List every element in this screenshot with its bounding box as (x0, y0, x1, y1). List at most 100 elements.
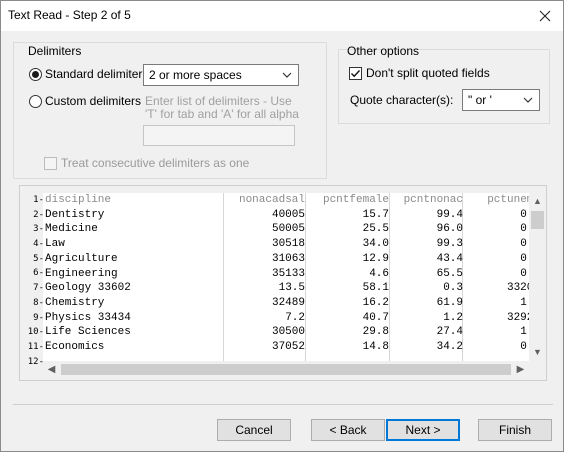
grid-cell: 1.2 (443, 311, 463, 324)
grid-cell: 29.8 (362, 326, 389, 339)
grid-cell: 27.4 (436, 326, 463, 339)
delimiters-group-label: Delimiters (28, 44, 82, 58)
chevron-down-icon (282, 72, 292, 78)
grid-cell: 16.2 (362, 296, 389, 309)
scroll-right-icon[interactable]: ▶ (512, 361, 529, 378)
other-options-group-label: Other options (347, 44, 420, 58)
grid-cell: 96.0 (436, 223, 463, 236)
row-number: 12- (27, 356, 44, 367)
grid-cell: 34.2 (436, 341, 463, 353)
other-options-group (338, 49, 550, 124)
next-button[interactable]: Next > (386, 419, 460, 441)
grid-cell: 0.3 (443, 282, 463, 295)
grid-cell: 40.7 (362, 311, 389, 324)
standard-delimiter-select[interactable]: 2 or more spaces (143, 64, 299, 86)
horizontal-scroll-thumb[interactable] (61, 364, 511, 375)
grid-cell: Agriculture (45, 252, 118, 265)
data-row: Agriculture3106312.943.40.83 (43, 252, 546, 267)
grid-cell: 14.8 (362, 341, 389, 353)
data-row: Dentistry4000515.799.40.14 (43, 208, 546, 223)
row-number: 2- (33, 209, 44, 220)
row-numbers: 1- 2- 3- 4- 5- 6- 7- 8- 9- 10- 11- 12- (22, 193, 44, 369)
grid-cell: 99.4 (436, 208, 463, 221)
grid-cell: 7.2 (285, 311, 305, 324)
data-row: Economics3705214.834.20.33 (43, 340, 546, 355)
column-header: pcntnonac (403, 194, 463, 206)
grid-cell: Law (45, 238, 65, 251)
cancel-button[interactable]: Cancel (217, 419, 291, 441)
quote-character-select[interactable]: " or ' (462, 89, 540, 111)
quote-character-label: Quote character(s): (350, 93, 454, 107)
column-header: nonacadsal (238, 194, 305, 206)
grid-cell: 40005 (271, 208, 305, 221)
data-row: Geology 33602 13.5 58.1 0.3 33206 (43, 281, 546, 296)
grid-cell: Chemistry (45, 296, 105, 309)
grid-cell: 31063 (271, 252, 305, 265)
custom-delimiters-input[interactable] (143, 125, 295, 146)
column-header: discipline (45, 194, 112, 206)
grid-cell: 61.9 (436, 296, 463, 309)
title-bar: Text Read - Step 2 of 5 (1, 1, 563, 31)
row-number: 5- (33, 253, 44, 264)
header-row: discipline nonacadsal pcntfemale pcntnonac p… (43, 193, 546, 208)
vertical-scrollbar[interactable]: ▲ ▼ (529, 193, 546, 361)
grid-cell: 25.5 (362, 223, 389, 236)
data-preview: 1- 2- 3- 4- 5- 6- 7- 8- 9- 10- 11- 12- discipline no… (19, 185, 547, 381)
finish-button[interactable]: Finish (478, 419, 552, 441)
treat-consecutive-label: Treat consecutive delimiters as one (61, 156, 250, 170)
grid-cell: 4.6 (369, 267, 389, 280)
custom-delimiters-hint: Enter list of delimiters - Use 'T' for t… (145, 94, 299, 121)
grid-cell: Engineering (45, 267, 118, 280)
standard-delimiter-radio[interactable] (29, 67, 42, 81)
grid-cell: 99.3 (436, 238, 463, 251)
row-number: 1- (33, 195, 44, 205)
scroll-left-icon[interactable]: ◀ (43, 361, 60, 378)
data-row: Life Sciences3050029.827.41.43 (43, 325, 546, 340)
grid-cell: 35133 (271, 267, 305, 280)
grid-cell: 37052 (271, 341, 305, 353)
custom-delimiters-label[interactable]: Custom delimiters (45, 94, 141, 108)
preview-grid[interactable]: discipline nonacadsal pcntfemale pcntnonac p… (43, 193, 546, 361)
horizontal-scrollbar[interactable]: ◀ ▶ (43, 361, 529, 378)
data-row: Law3051834.099.30.54 (43, 237, 546, 252)
scroll-up-icon[interactable]: ▲ (529, 193, 546, 210)
data-row: Engineering351334.665.50.53 (43, 267, 546, 282)
grid-cell: Medicine (45, 223, 98, 236)
custom-delimiters-radio[interactable] (29, 94, 42, 108)
dont-split-label: Don't split quoted fields (366, 66, 490, 80)
grid-cell: Geology 33602 (45, 282, 131, 295)
data-row: Chemistry3248916.261.91.13 (43, 296, 546, 311)
dont-split-checkbox[interactable] (349, 66, 362, 80)
grid-cell: 43.4 (436, 252, 463, 265)
grid-cell: Physics 33434 (45, 311, 131, 324)
divider (13, 404, 553, 405)
grid-cell: 34.0 (362, 238, 389, 251)
back-button[interactable]: < Back (311, 419, 385, 441)
standard-delimiter-label[interactable]: Standard delimiter: (45, 67, 146, 81)
close-icon[interactable] (527, 1, 563, 31)
row-number: 6- (33, 268, 44, 279)
grid-cell: 13.5 (278, 282, 305, 295)
custom-delimiters-radio-row[interactable]: Custom delimiters (29, 94, 141, 108)
grid-cell: 30500 (271, 326, 305, 339)
chevron-down-icon (523, 97, 533, 103)
row-number: 8- (33, 297, 44, 308)
row-number: 4- (33, 239, 44, 250)
vertical-scroll-thumb[interactable] (531, 211, 544, 229)
row-number: 11- (27, 341, 44, 352)
grid-cell: 30518 (271, 238, 305, 251)
standard-delimiter-radio-row[interactable]: Standard delimiter: (29, 67, 146, 81)
column-header: pcntfemale (322, 194, 389, 206)
dont-split-row[interactable]: Don't split quoted fields (349, 66, 490, 80)
grid-cell: 65.5 (436, 267, 463, 280)
grid-cell: Economics (45, 341, 105, 353)
treat-consecutive-checkbox[interactable] (44, 156, 57, 170)
check-icon (351, 69, 361, 77)
row-number: 3- (33, 224, 44, 235)
treat-consecutive-row[interactable]: Treat consecutive delimiters as one (44, 156, 249, 170)
quote-character-value: " or ' (468, 93, 492, 107)
grid-cell: Dentistry (45, 208, 105, 221)
row-number: 9- (33, 312, 44, 323)
scroll-down-icon[interactable]: ▼ (529, 344, 546, 361)
row-number: 10- (27, 327, 44, 338)
